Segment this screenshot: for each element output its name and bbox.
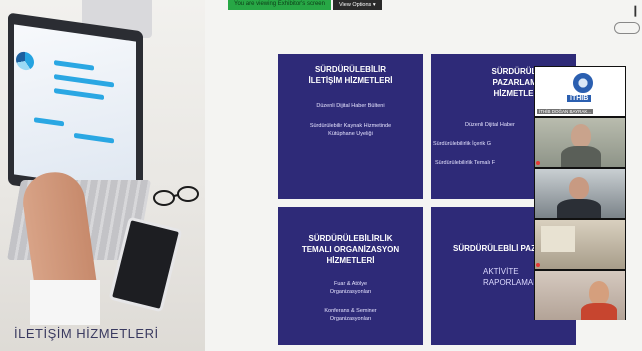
toggle-icon[interactable] [614, 22, 640, 34]
glasses-icon [153, 186, 199, 206]
pause-icon[interactable]: ❙ [631, 4, 640, 17]
panel-item: Sürdürülebilir Kaynak Hizmetinde Kütüpha… [309, 123, 392, 137]
logo-icon [573, 73, 593, 93]
section-caption: İLETİŞİM HİZMETLERİ [14, 326, 159, 341]
panel-item: Fuar & Atölye Organizasyonları [329, 281, 372, 295]
participant-video [571, 124, 591, 148]
screen-bar [54, 60, 94, 71]
sleeve [30, 280, 100, 325]
laptop-screen [14, 24, 136, 192]
panel-title: SÜRDÜRÜLEBİ PAZARLAMA HİZMETLERİ [491, 67, 550, 98]
panel-organizasyon: SÜRDÜRÜLEBİLİRLİK TEMALI ORGANİZASYON Hİ… [278, 207, 423, 345]
screen-share-bar: You are viewing Exhibitor's screen View … [228, 0, 382, 10]
participant-tile[interactable] [535, 169, 625, 218]
participant-video [581, 303, 617, 320]
share-status: You are viewing Exhibitor's screen [228, 0, 331, 10]
panel-iletisim: SÜRDÜRÜLEBİLİR İLETİŞİM HİZMETLERİ Düzen… [278, 54, 423, 199]
background-photo [0, 0, 205, 351]
mic-muted-icon [536, 263, 540, 267]
participant-tile[interactable]: İTHİB İTHİB DOĞAN BAYRAK... [535, 67, 625, 116]
panel-title: SÜRDÜRÜLEBİLİR İLETİŞİM HİZMETLERİ [308, 65, 393, 85]
panel-item: Düzenli Dijital Haber Bülteni [316, 103, 385, 109]
screen-bar [54, 88, 104, 101]
mic-muted-icon [536, 161, 540, 165]
panel-item: Konferans & Seminer Organizasyonları [324, 308, 377, 322]
participant-video [557, 199, 601, 218]
participant-tile[interactable] [535, 118, 625, 167]
participant-tile[interactable] [535, 271, 625, 320]
participant-video [589, 281, 609, 305]
panel-title: SÜRDÜRÜLEBİLİRLİK TEMALI ORGANİZASYON Hİ… [301, 234, 400, 265]
video-gallery: İTHİB İTHİB DOĞAN BAYRAK... [534, 66, 626, 320]
top-right-controls: ❙ [614, 0, 642, 40]
participant-video [569, 177, 589, 199]
screen-bar [34, 117, 64, 127]
participant-video [561, 146, 601, 167]
room-window [541, 226, 575, 252]
logo-text: İTHİB [567, 95, 592, 102]
participant-name: İTHİB DOĞAN BAYRAK... [537, 109, 594, 114]
participant-tile[interactable] [535, 220, 625, 269]
screen-bar [54, 74, 114, 88]
pie-chart-icon [16, 50, 34, 72]
screen-bar [74, 132, 114, 144]
view-options-button[interactable]: View Options ▾ [332, 0, 382, 10]
